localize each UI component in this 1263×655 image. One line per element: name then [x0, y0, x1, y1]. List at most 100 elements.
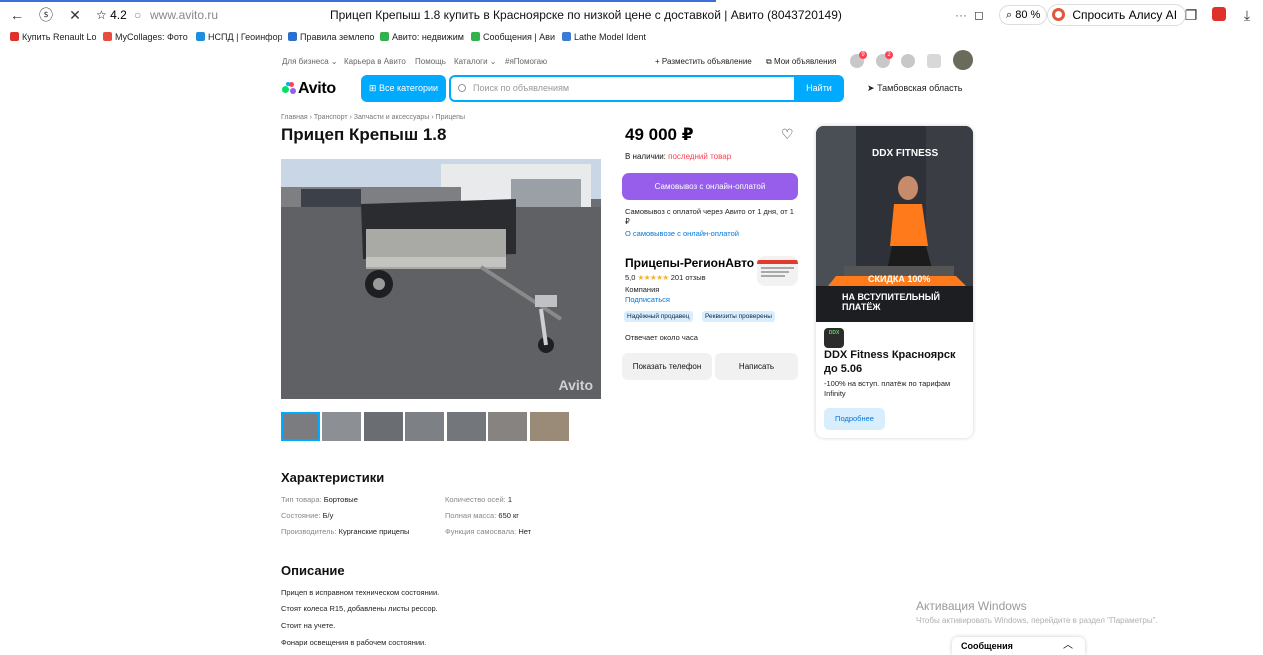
avito-watermark: Avito: [558, 377, 593, 393]
main-photo[interactable]: Avito: [281, 159, 601, 399]
windows-activation-text: Чтобы активировать Windows, перейдите в …: [916, 616, 1158, 625]
bookmark-item[interactable]: НСПД | Геоинфор: [196, 30, 282, 44]
ad-text: -100% на вступ. платёж по тарифам Infini…: [824, 379, 951, 398]
all-categories-button[interactable]: ⊞ Все категории: [361, 75, 446, 102]
address-bar[interactable]: www.avito.ru: [150, 6, 218, 24]
photo-thumbnail[interactable]: [322, 412, 361, 441]
spec-item: Функция самосвала: Нет: [445, 527, 532, 536]
bookmarks-bar: Купить Renault Lo MyCollages: Фото НСПД …: [0, 30, 1263, 44]
photo-thumbnail[interactable]: [405, 412, 444, 441]
seller-type: Компания: [625, 285, 660, 294]
reader-icon[interactable]: ❐: [1182, 6, 1200, 24]
photo-thumbnail[interactable]: [530, 412, 569, 441]
description-line: Стоит на учете.: [281, 621, 336, 630]
bookmark-favicon-icon: [10, 32, 19, 41]
photo-thumbnail[interactable]: [447, 412, 486, 441]
rating-stars-icon: ★★★★★: [637, 273, 670, 282]
bookmark-item[interactable]: Сообщения | Ави: [471, 30, 557, 44]
more-icon[interactable]: ···: [955, 6, 967, 24]
stop-loading-icon[interactable]: ✕: [66, 6, 84, 24]
chevron-up-icon: ︿: [1063, 640, 1073, 651]
search-input[interactable]: Поиск по объявлениям: [449, 75, 794, 102]
photo-thumbnail[interactable]: [281, 412, 320, 441]
zoom-level[interactable]: ⌕ 80 %: [999, 5, 1048, 25]
star-icon: ☆: [96, 8, 107, 22]
bookmark-favicon-icon: [380, 32, 389, 41]
messages-icon[interactable]: [901, 54, 915, 68]
spec-item: Тип товара: Бортовые: [281, 495, 358, 504]
seller-rating[interactable]: 5,0 ★★★★★ 201 отзыв: [625, 273, 706, 282]
grid-icon: ⊞: [368, 83, 377, 93]
windows-activation-title: Активация Windows: [916, 599, 1027, 613]
bookmark-item[interactable]: Lathe Model Ident: [562, 30, 648, 44]
my-ads-link[interactable]: ⧉ Мои объявления: [766, 56, 836, 68]
nav-link-business[interactable]: Для бизнеса ⌄: [282, 56, 338, 68]
price: 49 000 ₽: [625, 125, 694, 144]
nav-link-career[interactable]: Карьера в Авито: [344, 56, 406, 68]
notifications-icon[interactable]: 2: [876, 51, 893, 68]
ad-discount-label: СКИДКА 100%: [868, 274, 931, 284]
seller-logo[interactable]: [757, 256, 798, 286]
location-arrow-icon: ➤: [867, 83, 875, 93]
description-line: Прицеп в исправном техническом состоянии…: [281, 588, 440, 597]
bookmark-item[interactable]: Правила землепо: [288, 30, 374, 44]
alice-icon: [1052, 8, 1065, 21]
specs-heading: Характеристики: [281, 470, 385, 485]
response-time: Отвечает около часа: [625, 333, 698, 342]
spec-item: Состояние: Б/у: [281, 511, 334, 520]
find-button[interactable]: Найти: [794, 75, 844, 102]
bookmark-favicon-icon: [471, 32, 480, 41]
subscribe-link[interactable]: Подписаться: [625, 295, 670, 304]
ad-card[interactable]: DDX FITNESS СКИДКА 100% НА ВСТУПИТЕЛЬНЫЙ…: [816, 126, 973, 438]
notifications-count-badge: 2: [885, 51, 893, 59]
stock-status: В наличии: последний товар: [625, 152, 732, 161]
avito-logo-dots-icon: [282, 82, 296, 94]
bookmark-favicon-icon: [562, 32, 571, 41]
extension-icon[interactable]: [1212, 7, 1226, 21]
download-icon[interactable]: ⤓: [1238, 6, 1256, 24]
page-title: Прицеп Крепыш 1.8: [281, 125, 447, 144]
show-phone-button[interactable]: Показать телефон: [622, 353, 712, 380]
ad-more-button[interactable]: Подробнее: [824, 408, 885, 430]
ad-brand-label: DDX FITNESS: [872, 148, 939, 159]
pickup-info-link[interactable]: О самовывозе с онлайн-оплатой: [625, 229, 739, 238]
cart-icon[interactable]: [927, 54, 941, 68]
page-load-progress: [0, 0, 716, 2]
bookmark-item[interactable]: Купить Renault Lo: [10, 30, 96, 44]
favorites-icon[interactable]: 9: [850, 51, 867, 68]
ad-entry-fee-label: НА ВСТУПИТЕЛЬНЫЙ ПЛАТЁЖ: [842, 292, 941, 312]
nav-link-catalogs[interactable]: Каталоги ⌄: [454, 56, 496, 68]
spec-item: Полная масса: 650 кг: [445, 511, 520, 520]
photo-thumbnail[interactable]: [488, 412, 527, 441]
seller-name[interactable]: Прицепы-РегионАвто: [625, 256, 754, 270]
heart-icon[interactable]: ♡: [781, 126, 794, 143]
zoom-icon: ⌕: [1006, 9, 1013, 21]
site-protection-icon[interactable]: ⓢ: [37, 6, 55, 24]
ad-title[interactable]: DDX Fitness Красноярск до 5.06: [824, 348, 969, 376]
region-selector[interactable]: ➤ Тамбовская область: [867, 83, 962, 94]
ad-banner[interactable]: DDX FITNESS СКИДКА 100% НА ВСТУПИТЕЛЬНЫЙ…: [816, 126, 973, 322]
site-rating[interactable]: ☆ 4.2: [96, 6, 127, 24]
breadcrumb[interactable]: Главная › Транспорт › Запчасти и аксессу…: [281, 114, 465, 121]
back-arrow-icon[interactable]: ←: [8, 6, 26, 24]
copy-icon: ⧉: [766, 57, 772, 66]
write-message-button[interactable]: Написать: [715, 353, 798, 380]
nav-link-ihelp[interactable]: #яПомогаю: [505, 56, 547, 68]
browser-toolbar: ← ⓢ ✕ ☆ 4.2 ○ www.avito.ru Прицеп Крепыш…: [0, 0, 1263, 30]
messages-panel-toggle[interactable]: Сообщения ︿: [952, 637, 1085, 655]
nav-link-help[interactable]: Помощь: [415, 56, 446, 68]
search-icon: [458, 84, 466, 92]
post-ad-link[interactable]: + Разместить объявление: [655, 56, 752, 68]
bookmark-favicon-icon: [288, 32, 297, 41]
bookmark-item[interactable]: MyCollages: Фото: [103, 30, 189, 44]
pickup-online-payment-button[interactable]: Самовывоз с онлайн-оплатой: [622, 173, 798, 200]
bookmark-icon[interactable]: ◻: [974, 6, 984, 24]
avatar[interactable]: [953, 50, 973, 70]
seller-logo-image: [757, 260, 798, 277]
avito-logo[interactable]: Avito: [282, 80, 336, 98]
bookmark-favicon-icon: [196, 32, 205, 41]
ask-alice-button[interactable]: Спросить Алису AI: [1047, 4, 1187, 26]
connection-icon[interactable]: ○: [134, 6, 141, 24]
photo-thumbnail[interactable]: [364, 412, 403, 441]
bookmark-item[interactable]: Авито: недвижим: [380, 30, 466, 44]
